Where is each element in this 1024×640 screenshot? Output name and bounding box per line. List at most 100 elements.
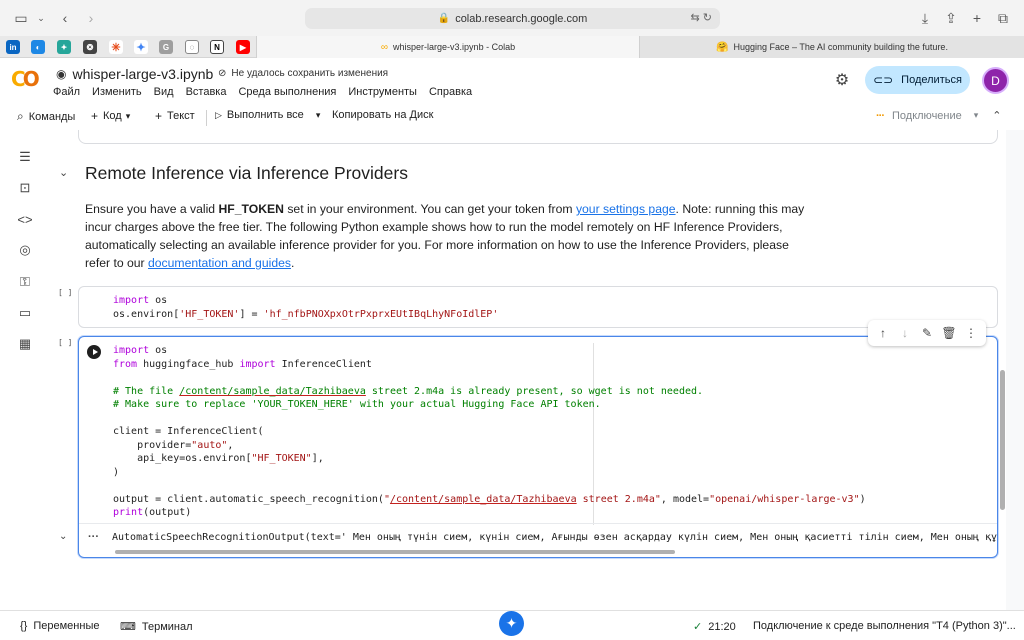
menu-edit[interactable]: Изменить <box>92 86 142 98</box>
gear-icon[interactable]: ⚙ <box>832 70 852 90</box>
notebook-title-text: whisper-large-v3.ipynb <box>72 66 214 82</box>
youtube-favicon[interactable]: ▶ <box>236 40 250 54</box>
text-cell[interactable]: Ensure you have a valid HF_TOKEN set in … <box>85 200 805 272</box>
horizontal-scrollbar[interactable] <box>115 550 675 554</box>
save-status[interactable]: ⊘ Не удалось сохранить изменения <box>218 68 388 79</box>
address-bar[interactable]: 🔒 colab.research.google.com ⇆ ↻ <box>305 8 720 29</box>
table-of-contents-icon[interactable]: ☰ <box>17 149 33 165</box>
table-icon[interactable]: ▦ <box>17 336 33 352</box>
code-snippets-icon[interactable]: <> <box>17 211 33 227</box>
add-text-button[interactable]: + Текст <box>155 109 195 123</box>
g-favicon[interactable]: G <box>159 40 173 54</box>
notion-favicon[interactable]: N <box>210 40 224 54</box>
share-icon[interactable]: ⇪ <box>942 9 960 27</box>
linkedin-favicon[interactable]: in <box>6 40 20 54</box>
add-code-button[interactable]: + Код ▾ <box>91 109 130 123</box>
sidebar-toggle-icon[interactable]: ▭ <box>12 9 30 27</box>
code-line: client = InferenceClient( <box>113 426 264 437</box>
chevron-down-icon: ▾ <box>315 109 321 120</box>
cell-execution-count[interactable]: [ ] <box>58 288 72 297</box>
chevron-down-icon: ▾ <box>125 110 131 121</box>
tab-bar: in ◐ ✦ ❂ ✳ ✦ G ◌ N ▶ ∞ whisper-large-v3.… <box>0 36 1024 58</box>
move-down-icon[interactable]: ↓ <box>896 326 914 340</box>
run-all-label: Выполнить все <box>226 109 304 121</box>
plus-icon: + <box>91 109 99 123</box>
menu-runtime[interactable]: Среда выполнения <box>238 86 336 98</box>
menu-insert[interactable]: Вставка <box>186 86 227 98</box>
tab-colab[interactable]: ∞ whisper-large-v3.ipynb - Colab <box>256 36 640 58</box>
sparkle-favicon[interactable]: ✦ <box>134 40 148 54</box>
cell-execution-count[interactable]: [ ] <box>58 338 72 347</box>
tab-overview-icon[interactable]: ⧉ <box>994 9 1012 27</box>
notebook-title[interactable]: ◉ whisper-large-v3.ipynb <box>56 66 213 82</box>
tab-huggingface[interactable]: 🤗 Hugging Face – The AI community buildi… <box>640 36 1024 58</box>
chevron-down-icon: ▾ <box>973 110 979 120</box>
link-icon: ⊂⊃ <box>873 73 894 87</box>
colab-logo[interactable]: CO <box>11 67 43 91</box>
puzzle-favicon[interactable]: ✦ <box>57 40 71 54</box>
output-divider <box>79 523 997 524</box>
vertical-scrollbar[interactable] <box>1000 370 1005 510</box>
huggingface-favicon: 🤗 <box>716 41 729 53</box>
settings-page-link[interactable]: your settings page <box>576 202 676 216</box>
move-up-icon[interactable]: ↑ <box>874 326 892 340</box>
lock-icon: 🔒 <box>437 13 451 24</box>
more-icon[interactable]: ⋮ <box>962 326 980 340</box>
avatar[interactable]: D <box>982 67 1009 94</box>
connect-button[interactable]: ··· Подключение ▾ ⌃ <box>876 109 1002 123</box>
url-text: colab.research.google.com <box>455 12 588 25</box>
menu-file[interactable]: Файл <box>53 86 80 98</box>
delete-icon[interactable]: 🗑 <box>940 326 958 340</box>
save-status-text: Не удалось сохранить изменения <box>231 68 389 79</box>
spark-favicon[interactable]: ✳ <box>109 40 123 54</box>
text-segment: set in your environment. You can get you… <box>283 202 576 216</box>
search-icon: ⌕ <box>17 109 24 123</box>
left-sidebar: ☰ ⊡ <> ◎ ⚿ ▭ ▦ <box>0 130 50 610</box>
code-comment: # The file /content/sample_data/Tazhibae… <box>113 385 704 397</box>
find-icon[interactable]: ⊡ <box>17 180 33 196</box>
forward-icon[interactable]: › <box>82 9 100 27</box>
search-favicon[interactable]: ◌ <box>185 40 199 54</box>
menu-tools[interactable]: Инструменты <box>348 86 417 98</box>
code-cell-active[interactable]: import os from huggingface_hub import In… <box>78 336 998 558</box>
previous-cell[interactable] <box>78 130 998 144</box>
menu-help[interactable]: Справка <box>429 86 472 98</box>
edit-icon[interactable]: ✎ <box>918 326 936 340</box>
colab-header: CO ◉ whisper-large-v3.ipynb ⊘ Не удалось… <box>0 58 1024 104</box>
documentation-link[interactable]: documentation and guides <box>148 256 291 270</box>
menu-view[interactable]: Вид <box>154 86 174 98</box>
output-menu-icon[interactable]: ··· <box>88 531 99 543</box>
gemini-icon[interactable]: ✦ <box>499 611 524 636</box>
code-cell[interactable]: import os os.environ['HF_TOKEN'] = 'hf_n… <box>78 286 998 328</box>
runtime-status[interactable]: ✓ 21:20 <box>693 620 736 634</box>
key-icon[interactable]: ⚿ <box>17 274 33 290</box>
code-line: provider="auto", <box>113 439 234 451</box>
code-comment: # Make sure to replace 'YOUR_TOKEN_HERE'… <box>113 399 601 410</box>
collapse-output-icon[interactable]: ⌄ <box>59 531 67 542</box>
variables-inspector-icon[interactable]: ◎ <box>17 242 33 258</box>
translate-reload-icons[interactable]: ⇆ ↻ <box>691 11 713 24</box>
compass-favicon[interactable]: ◐ <box>31 40 45 54</box>
terminal-label: Терминал <box>141 620 193 633</box>
connecting-dots-icon: ··· <box>876 109 885 122</box>
run-all-button[interactable]: ▷ Выполнить все ▾ <box>215 109 320 121</box>
terminal-button[interactable]: ⌨ Терминал <box>120 620 193 634</box>
colab-favicon: ∞ <box>380 41 389 53</box>
run-cell-button[interactable] <box>87 345 101 359</box>
menu-bar: Файл Изменить Вид Вставка Среда выполнен… <box>53 86 472 98</box>
new-tab-icon[interactable]: + <box>968 9 986 27</box>
cloud-off-icon: ⊘ <box>218 68 227 79</box>
copy-to-drive-button[interactable]: Копировать на Диск <box>332 109 433 121</box>
execution-time: 21:20 <box>708 620 736 633</box>
back-icon[interactable]: ‹ <box>56 9 74 27</box>
variables-button[interactable]: {} Переменные <box>20 620 99 632</box>
notebook-sheet: ⌄ Remote Inference via Inference Provide… <box>50 130 1006 610</box>
folder-icon[interactable]: ▭ <box>17 305 33 321</box>
chatgpt-favicon[interactable]: ❂ <box>83 40 97 54</box>
commands-button[interactable]: ⌕ Команды <box>17 109 75 124</box>
download-icon[interactable]: ⤓ <box>916 9 934 27</box>
share-button[interactable]: ⊂⊃ Поделиться <box>865 66 970 94</box>
chevron-down-icon[interactable]: ⌄ <box>32 9 50 27</box>
chevron-up-icon[interactable]: ⌃ <box>992 109 1001 122</box>
collapse-section-icon[interactable]: ⌄ <box>59 166 68 179</box>
